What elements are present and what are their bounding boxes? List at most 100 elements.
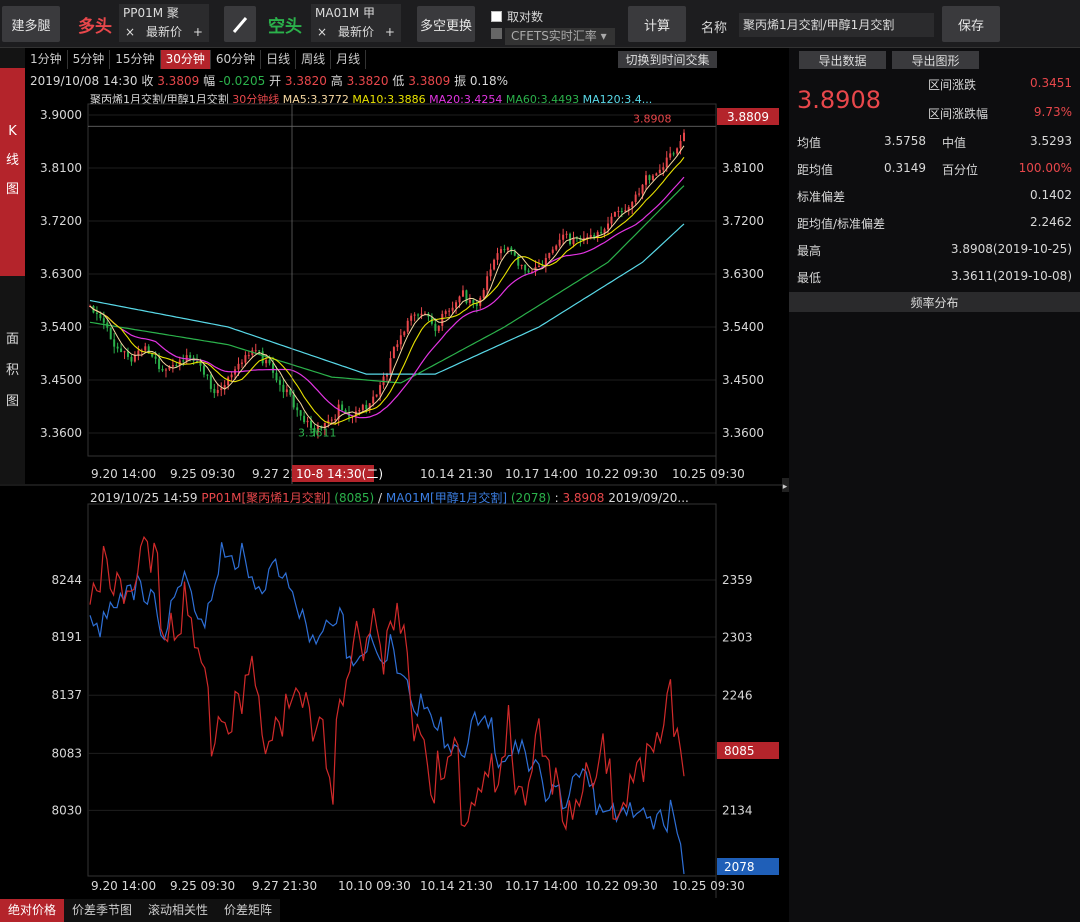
kline-right-tick-1: 3.8100 (722, 161, 764, 175)
candle-body (247, 355, 250, 357)
range-value: 0.3451 (1030, 76, 1072, 90)
candle-body (620, 210, 623, 212)
legs-left-tick-1: 8191 (51, 630, 82, 644)
dist-std-value: 2.2462 (1030, 215, 1072, 229)
candle-body (565, 233, 568, 235)
candle-body (361, 404, 364, 410)
stats-panel: 导出数据 导出图形 3.8908 区间涨跌 0.3451 区间涨跌幅 9.73%… (789, 48, 1080, 922)
legs-plot-area (87, 503, 717, 877)
candle-body (386, 374, 388, 377)
legs-x-tick-1: 9.25 09:30 (170, 879, 235, 893)
std-label: 标准偏差 (797, 190, 846, 204)
kline-right-tick-3: 3.6300 (722, 267, 764, 281)
candle-body (548, 252, 551, 258)
kline-left-tick-4: 3.5400 (40, 320, 82, 334)
candle-body (441, 313, 444, 326)
candle-body (185, 355, 188, 361)
candle-body (220, 388, 223, 391)
candle-body (109, 327, 112, 340)
candle-body (527, 270, 530, 273)
candle-body (130, 356, 133, 362)
bottom-tab-1[interactable]: 价差季节图 (64, 899, 140, 922)
kline-x-tick-5: 10.17 14:00 (505, 467, 578, 481)
kline-left-tick-6: 3.3600 (40, 426, 82, 440)
candle-body (562, 234, 565, 240)
bottom-tab-0[interactable]: 绝对价格 (0, 899, 65, 922)
kline-right-tick-4: 3.5400 (722, 320, 764, 334)
candle-body (158, 358, 161, 369)
candle-body (458, 296, 461, 303)
export-chart-button[interactable]: 导出图形 (892, 51, 979, 69)
percentile-label: 百分位 (942, 163, 979, 177)
candle-body (182, 360, 185, 362)
median-label: 中值 (942, 136, 967, 150)
candle-body (154, 356, 157, 359)
candle-body (558, 239, 561, 246)
candle-body (99, 313, 102, 319)
frequency-header: 频率分布 (789, 292, 1080, 312)
candle-body (102, 318, 105, 323)
candle-body (379, 385, 382, 395)
candle-body (496, 253, 499, 260)
legs-left-tick-3: 8083 (51, 746, 82, 760)
candle-body (171, 365, 174, 367)
export-data-button[interactable]: 导出数据 (799, 51, 886, 69)
app-root: 建多腿 多头 PP01M 聚 × 最新价 + 空头 MA01M 甲 × 最新价 + 多空… (0, 0, 1080, 922)
candle-body (403, 331, 406, 336)
candle-body (261, 351, 264, 364)
candle-body (506, 247, 509, 251)
mean-value: 3.5758 (884, 134, 926, 148)
candle-body (658, 169, 661, 174)
candle-body (396, 344, 399, 348)
candle-body (410, 315, 413, 321)
candle-body (164, 369, 167, 371)
max-label: 最高 (797, 244, 822, 258)
bottom-tab-2[interactable]: 滚动相关性 (140, 899, 216, 922)
candle-body (489, 269, 492, 277)
bottom-tab-3[interactable]: 价差矩阵 (216, 899, 280, 922)
candle-body (375, 394, 378, 397)
range-label: 区间涨跌 (928, 78, 977, 92)
candle-body (448, 310, 451, 312)
candle-body (613, 211, 616, 217)
candle-body (389, 358, 392, 375)
candle-body (275, 372, 278, 381)
candle-body (265, 359, 268, 364)
min-label: 最低 (797, 271, 822, 285)
candle-body (520, 264, 523, 266)
legs-right-tick-1: 2303 (722, 630, 753, 644)
std-value: 0.1402 (1030, 188, 1072, 202)
candle-body (254, 350, 257, 352)
max-value: 3.8908(2019-10-25) (950, 242, 1072, 256)
kline-high-marker: 3.8908 (633, 112, 672, 125)
candle-body (600, 232, 603, 234)
leg2-right-tag: 2078 (724, 860, 755, 874)
candle-body (610, 216, 613, 224)
kline-right-tag: 3.8809 (727, 110, 769, 124)
kline-x-tick-1: 9.25 09:30 (170, 467, 235, 481)
candle-body (223, 385, 226, 389)
kline-right-tick-6: 3.3600 (722, 426, 764, 440)
candle-body (683, 132, 685, 142)
candle-body (303, 415, 306, 423)
candle-body (589, 234, 592, 238)
legs-x-tick-6: 10.22 09:30 (585, 879, 658, 893)
candle-body (655, 173, 658, 176)
candle-body (468, 300, 471, 303)
candle-body (161, 368, 164, 371)
candle-body (237, 363, 240, 370)
candle-body (202, 365, 205, 375)
candle-body (296, 407, 299, 411)
min-value: 3.3611(2019-10-08) (950, 269, 1072, 283)
candle-body (617, 210, 620, 212)
candle-body (455, 302, 458, 308)
candle-body (113, 339, 116, 347)
candle-body (137, 350, 140, 356)
candle-body (672, 153, 675, 155)
candle-body (437, 325, 440, 331)
candle-body (144, 346, 147, 351)
legs-x-tick-3: 10.10 09:30 (338, 879, 411, 893)
collapse-arrow-icon: ▸ (783, 482, 788, 492)
candle-body (645, 175, 648, 185)
candle-body (116, 346, 119, 349)
